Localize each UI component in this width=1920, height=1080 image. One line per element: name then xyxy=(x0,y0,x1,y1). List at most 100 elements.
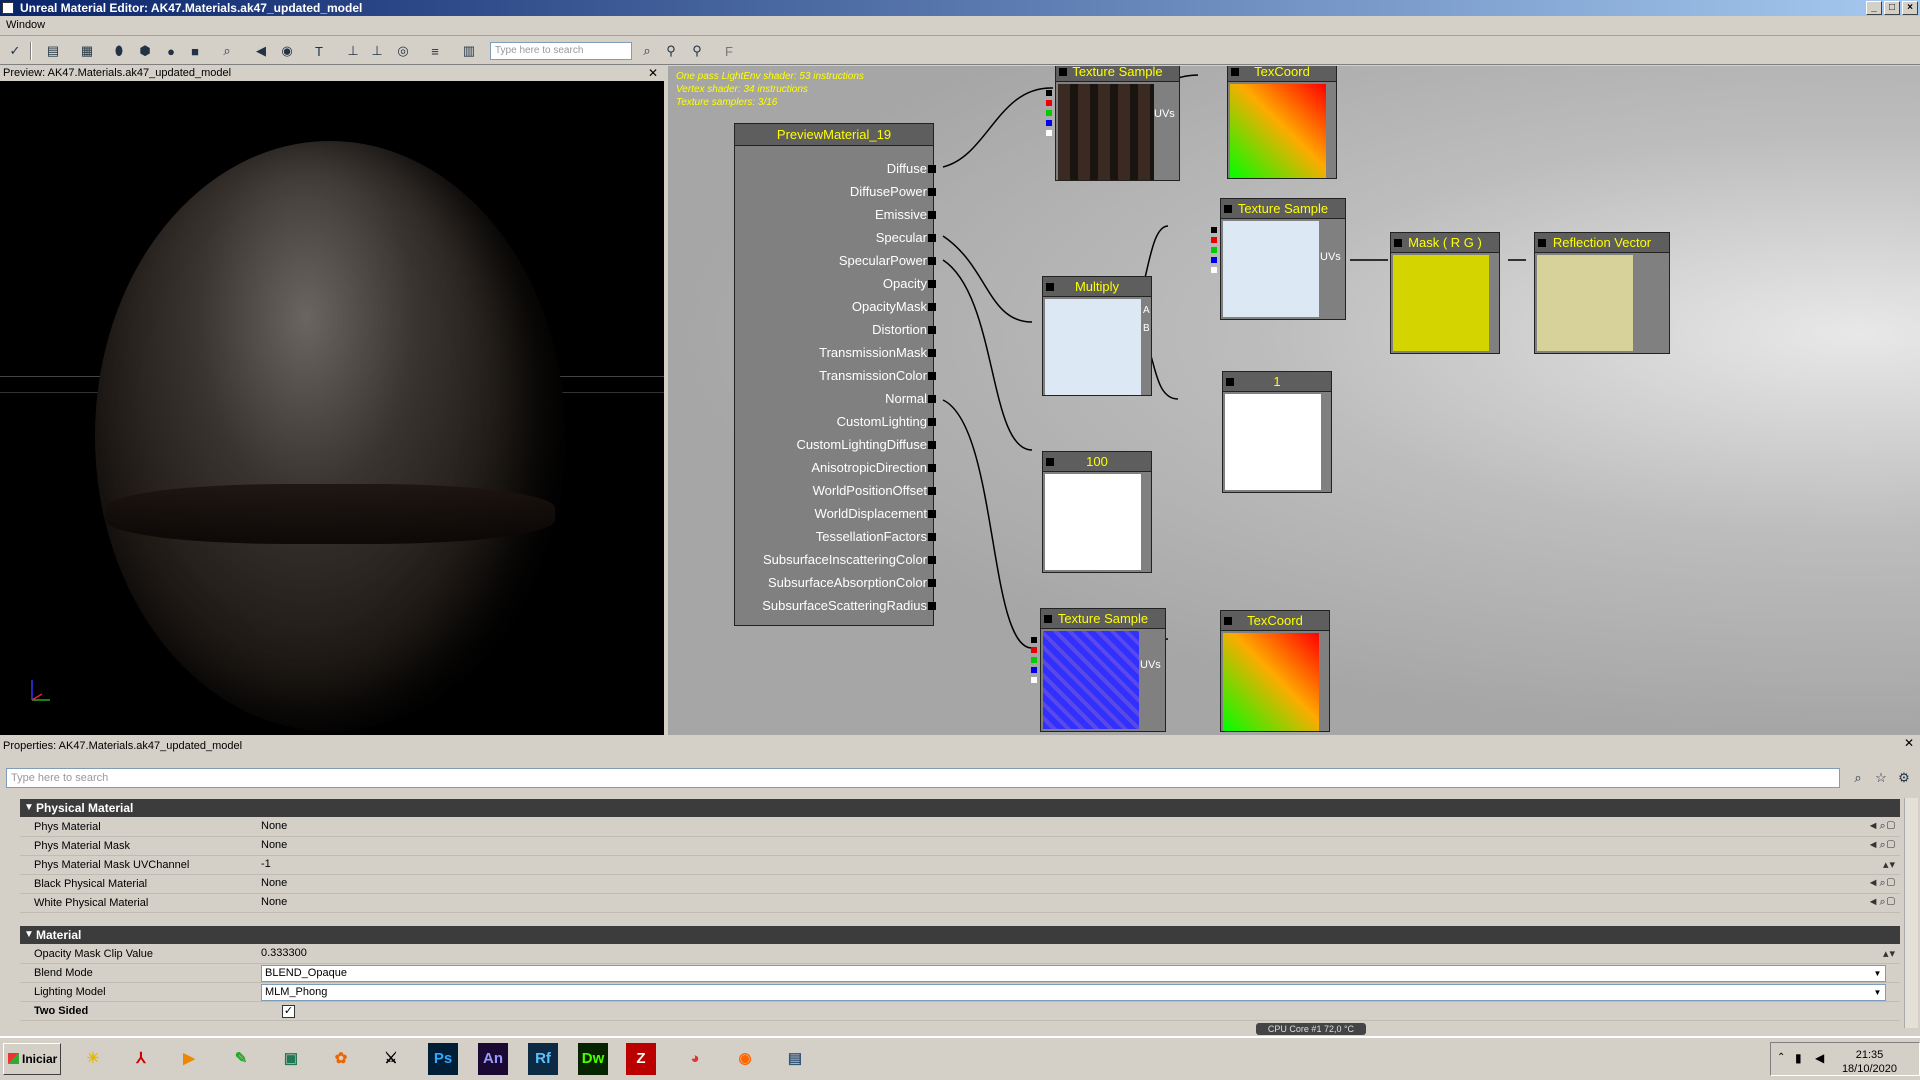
input-pin[interactable] xyxy=(928,510,936,518)
material-input-distortion[interactable]: Distortion xyxy=(872,320,936,340)
property-row[interactable]: White Physical Material None ◄⌕▢ xyxy=(20,894,1900,913)
volume-icon[interactable]: ◀ xyxy=(1815,1051,1824,1065)
show-connectors-icon[interactable]: ≡ xyxy=(424,41,446,61)
input-pin[interactable] xyxy=(928,257,936,265)
texcoord-node-1[interactable]: TexCoord xyxy=(1227,66,1337,179)
asset-actions-icon[interactable]: ◄⌕▢ xyxy=(1868,896,1896,909)
material-input-normal[interactable]: Normal xyxy=(885,389,936,409)
sun-app-icon[interactable]: ☀ xyxy=(72,1043,114,1075)
input-pin[interactable] xyxy=(928,441,936,449)
input-pin[interactable] xyxy=(928,533,936,541)
chevron-up-icon[interactable]: ⌃ xyxy=(1777,1052,1785,1063)
input-pin[interactable] xyxy=(928,234,936,242)
material-input-opacitymask[interactable]: OpacityMask xyxy=(852,297,936,317)
constant-100-node[interactable]: 100 xyxy=(1042,451,1152,573)
material-input-tessellationfactors[interactable]: TessellationFactors xyxy=(816,527,936,547)
chrome-icon[interactable]: ◕ xyxy=(674,1043,716,1075)
editor-app-icon[interactable]: ✎ xyxy=(220,1043,262,1075)
property-row[interactable]: Blend Mode BLEND_Opaque ▼ xyxy=(20,964,1900,983)
cylinder-preview-icon[interactable]: ⬮ xyxy=(108,41,130,61)
preview-viewport[interactable]: Preview: AK47.Materials.ak47_updated_mod… xyxy=(0,66,664,735)
asset-actions-icon[interactable]: ◄⌕▢ xyxy=(1868,877,1896,890)
input-pin[interactable] xyxy=(928,418,936,426)
unreal-editor-icon[interactable]: ⚔ xyxy=(370,1043,412,1075)
toggle-stats-icon[interactable]: T xyxy=(308,41,330,61)
eye-icon[interactable]: ◎ xyxy=(392,41,414,61)
properties-search-input[interactable]: Type here to search xyxy=(6,768,1840,788)
find-prev-icon[interactable]: ⚲ xyxy=(660,41,682,61)
find-next-icon[interactable]: ⚲ xyxy=(686,41,708,61)
reflection-vector-node[interactable]: Reflection Vector xyxy=(1534,232,1670,354)
hlsl-code-icon[interactable]: ▥ xyxy=(458,41,480,61)
filezilla-icon[interactable]: Z xyxy=(626,1043,656,1075)
chevron-down-icon[interactable]: ▼ xyxy=(1871,967,1884,980)
collapse-nodes-icon[interactable]: ⊥ xyxy=(366,41,388,61)
material-input-opacity[interactable]: Opacity xyxy=(883,274,936,294)
plane-preview-icon[interactable]: ■ xyxy=(184,41,206,61)
home-view-icon[interactable]: ▤ xyxy=(42,41,64,61)
input-pin[interactable] xyxy=(928,395,936,403)
input-pin[interactable] xyxy=(928,280,936,288)
input-pin[interactable] xyxy=(928,487,936,495)
property-row[interactable]: Black Physical Material None ◄⌕▢ xyxy=(20,875,1900,894)
spinner-arrows-icon[interactable]: ▴▾ xyxy=(1883,947,1896,960)
input-pin[interactable] xyxy=(928,349,936,357)
material-input-specular[interactable]: Specular xyxy=(876,228,936,248)
two-sided-checkbox[interactable]: ✓ xyxy=(282,1005,295,1018)
property-row[interactable]: Phys Material Mask UVChannel -1 ▴▾ xyxy=(20,856,1900,875)
menu-window[interactable]: Window xyxy=(6,19,45,31)
media-player-icon[interactable]: ▶ xyxy=(168,1043,210,1075)
material-input-worlddisplacement[interactable]: WorldDisplacement xyxy=(815,504,936,524)
chevron-down-icon[interactable]: ▼ xyxy=(1871,986,1884,999)
texture-sample-node-3[interactable]: Texture Sample UVs xyxy=(1031,608,1166,732)
material-input-transmissioncolor[interactable]: TransmissionColor xyxy=(819,366,936,386)
property-row[interactable]: Phys Material Mask None ◄⌕▢ xyxy=(20,837,1900,856)
animate-icon[interactable]: An xyxy=(478,1043,508,1075)
search-icon[interactable]: ⌕ xyxy=(636,41,658,61)
input-pin[interactable] xyxy=(928,188,936,196)
material-input-emissive[interactable]: Emissive xyxy=(875,205,936,225)
input-pin[interactable] xyxy=(928,579,936,587)
sphere-preview-icon[interactable]: ● xyxy=(160,41,182,61)
input-pin[interactable] xyxy=(928,211,936,219)
reflow-icon[interactable]: Rf xyxy=(528,1043,558,1075)
input-pin[interactable] xyxy=(928,326,936,334)
find-icon[interactable]: ⌕ xyxy=(216,41,238,61)
input-pin[interactable] xyxy=(928,556,936,564)
property-row[interactable]: Phys Material None ◄⌕▢ xyxy=(20,818,1900,837)
spinner-arrows-icon[interactable]: ▴▾ xyxy=(1883,858,1896,871)
toolbar-search-input[interactable]: Type here to search xyxy=(490,42,632,60)
input-pin[interactable] xyxy=(928,602,936,610)
properties-options-icon[interactable]: ⚙ xyxy=(1894,768,1914,788)
dreamweaver-icon[interactable]: Dw xyxy=(578,1043,608,1075)
favorite-star-icon[interactable]: ☆ xyxy=(1871,768,1891,788)
preview-close-icon[interactable]: ✕ xyxy=(648,66,658,81)
material-input-diffusepower[interactable]: DiffusePower xyxy=(850,182,936,202)
material-input-specularpower[interactable]: SpecularPower xyxy=(839,251,936,271)
material-input-subsurfacescatteringradius[interactable]: SubsurfaceScatteringRadius xyxy=(762,596,936,616)
blend-mode-select[interactable]: BLEND_Opaque ▼ xyxy=(261,965,1886,982)
texcoord-node-2[interactable]: TexCoord xyxy=(1220,610,1330,732)
firefox-icon[interactable]: ◉ xyxy=(724,1043,766,1075)
texture-sample-node-1[interactable]: Texture Sample UVs xyxy=(1046,66,1180,181)
collapse-triangle-icon[interactable]: ▼ xyxy=(24,799,34,817)
material-input-worldpositionoffset[interactable]: WorldPositionOffset xyxy=(813,481,936,501)
property-row[interactable]: Opacity Mask Clip Value 0.333300 ▴▾ xyxy=(20,945,1900,964)
material-input-anisotropicdirection[interactable]: AnisotropicDirection xyxy=(811,458,936,478)
search-icon[interactable]: ⌕ xyxy=(1848,768,1868,788)
cube-preview-icon[interactable]: ⬢ xyxy=(134,41,156,61)
monitor-app-icon[interactable]: ▣ xyxy=(270,1043,312,1075)
minimize-button[interactable]: _ xyxy=(1866,1,1882,15)
lighting-model-select[interactable]: MLM_Phong ▼ xyxy=(261,984,1886,1001)
material-input-customlighting[interactable]: CustomLighting xyxy=(837,412,936,432)
material-graph-canvas[interactable]: One pass LightEnv shader: 53 instruction… xyxy=(668,66,1920,735)
input-pin[interactable] xyxy=(928,303,936,311)
collapse-triangle-icon[interactable]: ▼ xyxy=(24,926,34,944)
move-nodes-icon[interactable]: ⊥ xyxy=(342,41,364,61)
start-button[interactable]: Iniciar xyxy=(3,1043,61,1075)
input-pin[interactable] xyxy=(928,464,936,472)
swirl-app-icon[interactable]: ✿ xyxy=(320,1043,362,1075)
input-pin[interactable] xyxy=(928,165,936,173)
properties-scrollbar[interactable] xyxy=(1904,798,1918,1028)
close-button[interactable]: × xyxy=(1902,1,1918,15)
